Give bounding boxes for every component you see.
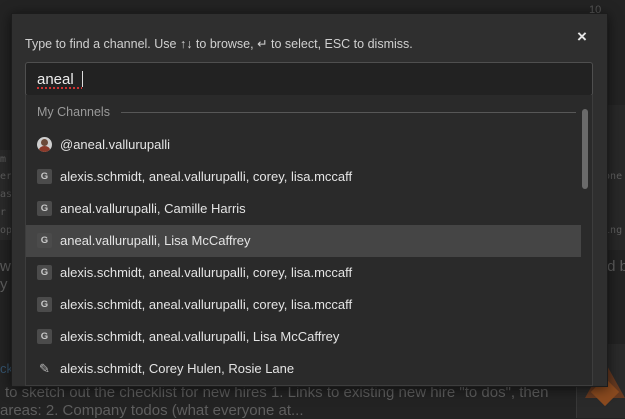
user-avatar-icon [37, 137, 52, 152]
spellcheck-underline [37, 87, 82, 89]
channel-option-group[interactable]: G alexis.schmidt, aneal.vallurupalli, co… [26, 289, 581, 321]
channel-name: aneal.vallurupalli, Lisa McCaffrey [60, 233, 251, 248]
close-button[interactable]: × [573, 28, 591, 46]
channel-name: alexis.schmidt, aneal.vallurupalli, core… [60, 297, 353, 312]
section-divider [121, 112, 576, 113]
channel-name: alexis.schmidt, aneal.vallurupalli, core… [60, 265, 353, 280]
group-message-icon: G [37, 265, 52, 280]
channel-option-group[interactable]: G alexis.schmidt, aneal.vallurupalli, co… [26, 161, 581, 193]
section-header-my-channels: My Channels [26, 95, 592, 129]
group-message-icon: G [37, 329, 52, 344]
group-message-icon: G [37, 169, 52, 184]
channel-name: alexis.schmidt, aneal.vallurupalli, Lisa… [60, 329, 340, 344]
group-message-icon: G [37, 297, 52, 312]
results-scrollbar[interactable] [582, 109, 588, 189]
channel-option-group[interactable]: G aneal.vallurupalli, Camille Harris [26, 193, 581, 225]
channel-name: alexis.schmidt, Corey Hulen, Rosie Lane [60, 361, 295, 376]
channel-search-input[interactable] [26, 63, 592, 95]
channel-option-group-selected[interactable]: G aneal.vallurupalli, Lisa McCaffrey [26, 225, 581, 257]
channel-option-group[interactable]: G alexis.schmidt, aneal.vallurupalli, co… [26, 257, 581, 289]
channel-option-group[interactable]: G alexis.schmidt, aneal.vallurupalli, Li… [26, 321, 581, 353]
group-message-icon: G [37, 201, 52, 216]
channel-results-list[interactable]: My Channels @aneal.vallurupalli G alexis… [25, 95, 593, 386]
channel-option-dm[interactable]: @aneal.vallurupalli [26, 129, 581, 161]
channel-switcher-modal: Type to find a channel. Use ↑↓ to browse… [11, 13, 608, 387]
channel-name: @aneal.vallurupalli [60, 137, 171, 152]
pencil-icon: ✎ [39, 361, 50, 376]
instructions-text: Type to find a channel. Use ↑↓ to browse… [25, 37, 413, 51]
section-label: My Channels [37, 105, 110, 119]
search-box [25, 62, 593, 96]
group-message-icon: G [37, 233, 52, 248]
channel-option-draft[interactable]: ✎ alexis.schmidt, Corey Hulen, Rosie Lan… [26, 353, 581, 385]
channel-name: alexis.schmidt, aneal.vallurupalli, core… [60, 169, 353, 184]
bg-message-line: areas: 2. Company todos (what everyone a… [0, 402, 304, 419]
channel-name: aneal.vallurupalli, Camille Harris [60, 201, 246, 216]
text-caret [82, 71, 83, 87]
